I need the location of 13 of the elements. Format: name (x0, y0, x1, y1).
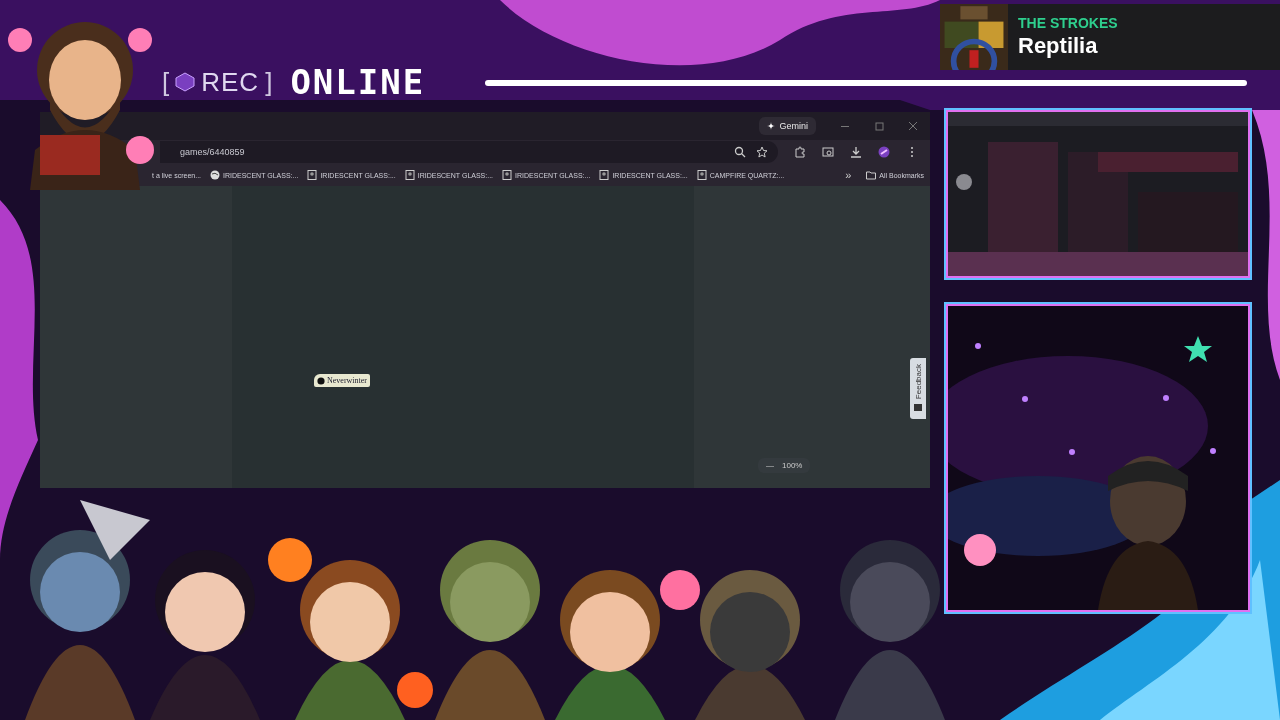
rec-label: REC (201, 66, 260, 98)
bracket: [ (162, 66, 170, 98)
artist-name: THE STROKES (1018, 15, 1118, 31)
zoom-out-button[interactable]: — (766, 461, 774, 470)
address-bar[interactable]: games/6440859 (160, 141, 778, 163)
gemini-button[interactable]: Gemini (759, 117, 816, 135)
map-marker[interactable]: Neverwinter (314, 374, 370, 387)
zoom-level: 100% (782, 461, 803, 470)
bookmarks-overflow-button[interactable]: » (845, 169, 852, 181)
feedback-tab[interactable]: Feedback (910, 358, 926, 420)
status-title: ONLINE (290, 62, 426, 102)
bracket: ] (265, 66, 273, 98)
song-title: Reptilia (1018, 33, 1099, 59)
